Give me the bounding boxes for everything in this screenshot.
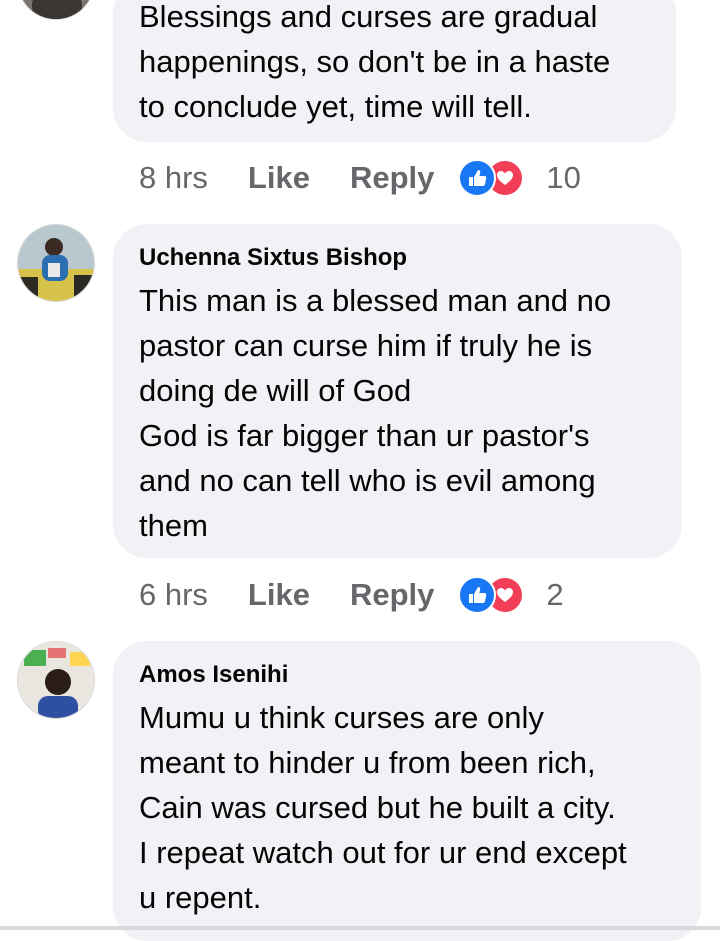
comment-bubble-3: Amos Isenihi Mumu u think curses are onl… (113, 641, 701, 941)
comment-actions-1: 8 hrs Like Reply 10 (139, 158, 581, 198)
reply-button[interactable]: Reply (350, 577, 434, 613)
comment-timestamp[interactable]: 6 hrs (139, 577, 208, 613)
comment-bubble-2: Uchenna Sixtus Bishop This man is a bles… (113, 224, 682, 558)
comment-text: Mumu u think curses are only meant to hi… (139, 700, 627, 915)
comment-bubble-1: Blessings and curses are gradual happeni… (113, 0, 676, 142)
divider (0, 926, 720, 930)
avatar-comment-2[interactable] (17, 224, 95, 302)
comment-actions-2: 6 hrs Like Reply 2 (139, 575, 564, 615)
comment-text: This man is a blessed man and no pastor … (139, 283, 612, 543)
reaction-count: 10 (546, 160, 581, 195)
like-button[interactable]: Like (248, 577, 310, 613)
comment-author[interactable]: Amos Isenihi (139, 661, 683, 689)
reply-button[interactable]: Reply (350, 160, 434, 196)
avatar-comment-1[interactable] (17, 0, 95, 20)
avatar-photo-icon (18, 642, 94, 718)
reaction-summary[interactable]: 10 (458, 159, 581, 197)
comment-author[interactable]: Uchenna Sixtus Bishop (139, 244, 664, 272)
avatar-comment-3[interactable] (17, 641, 95, 719)
comment-text: Blessings and curses are gradual happeni… (139, 0, 611, 124)
reaction-summary[interactable]: 2 (458, 576, 564, 614)
comment-timestamp[interactable]: 8 hrs (139, 160, 208, 196)
like-button[interactable]: Like (248, 160, 310, 196)
reaction-count: 2 (546, 577, 564, 612)
avatar-photo-icon (18, 225, 94, 301)
avatar-photo-icon (18, 0, 94, 19)
